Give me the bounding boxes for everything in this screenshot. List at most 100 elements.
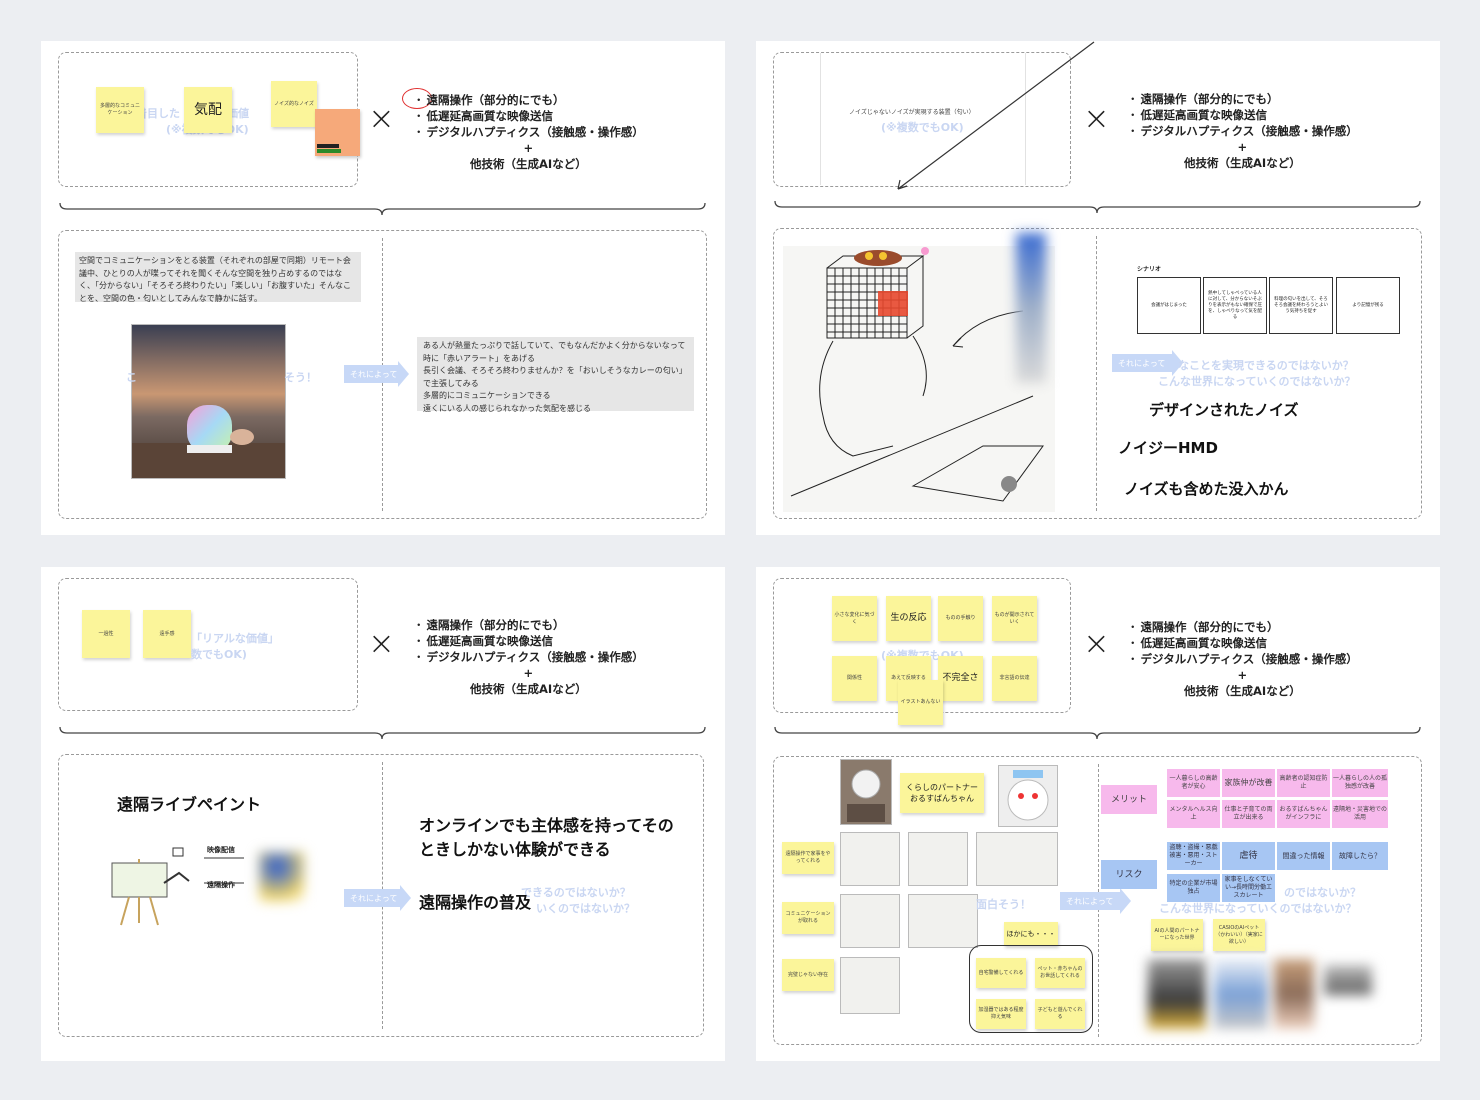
tech-other: 他技術（生成AIなど） xyxy=(470,682,587,696)
sticky-note[interactable]: CASIOのAIペット（かわいい）（実家に欲しい） xyxy=(1213,919,1265,951)
outcome-item: 多層的にコミュニケーションできる xyxy=(423,391,551,400)
arrow-sorenyotte: それによって xyxy=(344,885,411,911)
idea-note: ノイジーHMD xyxy=(1118,439,1218,457)
risk-item: 虐待 xyxy=(1222,842,1275,870)
other-note[interactable]: ほかにも・・・ xyxy=(1004,922,1058,946)
noisy-hmd-sketch xyxy=(783,246,1055,512)
tech-item: デジタルハプティクス（接触感・操作感） xyxy=(413,649,644,665)
scenario-cell: 熱中してしゃべっている人に対して、分からないそぶりを表示がもない確保で圧を、しゃ… xyxy=(1203,277,1267,334)
merit-item: 一人暮らしの人の孤独感が改善 xyxy=(1332,769,1388,797)
times-icon: × xyxy=(368,99,395,137)
outcome-item: 遠くにいる人の感じられなかった気配を感じる xyxy=(423,403,591,413)
orange-sticky[interactable] xyxy=(315,109,360,156)
tech-item: デジタルハプティクス（接触感・操作感） xyxy=(1127,651,1358,667)
outcome-item: 長引く会議、そろそろ終わりませんか？を「おいしそうなカレーの匂い」で主張してみる xyxy=(423,366,687,388)
sticky-note[interactable]: AIの人間のパートナーになった世界 xyxy=(1151,919,1203,951)
tech-list: 遠隔操作（部分的にでも） 低遅延高画質な映像送信 デジタルハプティクス（接触感・… xyxy=(413,92,644,172)
sketch-drawing xyxy=(790,247,1044,502)
sticky-note[interactable]: 遠手感 xyxy=(143,610,191,658)
bar-black xyxy=(317,144,339,148)
outcome-list: ある人が熱量たっぷりで話していて、でもなんだかよく分からないなって時に「赤いアラ… xyxy=(417,337,694,413)
tech-item: 低遅延高画質な映像送信 xyxy=(1127,107,1358,123)
sticky-note[interactable]: ペット・赤ちゃんのお世話してくれる xyxy=(1035,958,1085,988)
tech-item: デジタルハプティクス（接触感・操作感） xyxy=(1127,123,1358,139)
plus-sign: + xyxy=(523,666,534,680)
slide-noise: ノイズじゃないノイズが実現する装置（匂い） (※複数でもOK) × 遠隔操作（部… xyxy=(756,41,1440,535)
plus-sign: + xyxy=(1237,668,1248,682)
times-icon: × xyxy=(368,624,395,662)
sticky-note[interactable]: コミュニケーションが取れる xyxy=(782,902,834,934)
sticky-note[interactable]: 多層的なコミュニケーション xyxy=(96,87,144,133)
slide-kehai: 着目した な価値 (※複数でもOK) 多層的なコミュニケーション 気配 ノイズ的… xyxy=(41,41,725,535)
sticky-note[interactable]: 一過性 xyxy=(82,610,130,658)
result-statement: 遠隔操作の普及 xyxy=(419,893,532,912)
partner-note[interactable]: くらしのパートナー おるすばんちゃん xyxy=(900,773,984,813)
faint-text: 面白そう！ xyxy=(976,898,1031,911)
scenario-cell: 料理の匂いを出して、そろそろ会議を終わろうとよいう気持ちを促す xyxy=(1269,277,1333,334)
faint-question: こんな世界になっていくのではないか？ xyxy=(1159,902,1357,915)
outcome-item: ある人が熱量たっぷりで話していて、でもなんだかよく分からないなって時に「赤いアラ… xyxy=(423,341,686,363)
arrow-sorenyotte: それによって xyxy=(1112,350,1183,376)
sticky-note[interactable]: ものが開示されていく xyxy=(992,596,1037,641)
robot-image xyxy=(847,769,885,822)
faint-question: こんな世界になっていくのではないか？ xyxy=(1158,375,1356,388)
concept-description: 空間でコミュニケーションをとる装置（それぞれの部屋で同期）リモート会議中、ひとり… xyxy=(75,252,361,303)
sticky-note[interactable]: 遠隔操作で家事をやってくれる xyxy=(782,842,834,874)
idea-note: ノイズも含めた没入かん xyxy=(1124,480,1289,498)
faint-question: できるのではないか？ xyxy=(521,886,631,899)
slide-live-paint: 一過性 遠手感 「リアルな価値」 数でもOK) × 遠隔操作（部分的にでも） 低… xyxy=(41,567,725,1061)
merit-item: メンタルヘルス向上 xyxy=(1167,800,1220,828)
label-remote: 遠隔操作 xyxy=(207,881,235,889)
sticky-note-kehai[interactable]: 気配 xyxy=(184,87,232,133)
risk-item: 間違った情報 xyxy=(1277,842,1330,870)
faint-text: そう！ xyxy=(284,371,317,384)
plus-sign: + xyxy=(523,141,534,155)
scenario-cell: 会議がはじまった xyxy=(1137,277,1201,334)
sticky-note[interactable]: 非言語の伝達 xyxy=(992,656,1037,701)
brace-divider xyxy=(774,726,1421,740)
tech-list: 遠隔操作（部分的にでも） 低遅延高画質な映像送信 デジタルハプティクス（接触感・… xyxy=(413,617,644,697)
sticky-note[interactable]: 加湿器ではある程度抑え気味 xyxy=(976,999,1026,1029)
tech-item: 低遅延高画質な映像送信 xyxy=(1127,635,1358,651)
tech-item: 遠隔操作（部分的にでも） xyxy=(413,617,644,633)
blurred-photo xyxy=(1274,959,1314,1029)
scenario-cell: より記憶が残る xyxy=(1336,277,1400,334)
blurred-photo xyxy=(1214,959,1268,1029)
blurred-photo xyxy=(1148,959,1206,1029)
bar-green xyxy=(317,149,341,153)
arrow-sorenyotte: それによって xyxy=(344,361,409,387)
tech-item: 遠隔操作（部分的にでも） xyxy=(413,92,644,108)
brace-divider xyxy=(59,726,706,740)
divider xyxy=(1096,236,1097,511)
faint-text: こ xyxy=(126,371,137,384)
blurred-photo xyxy=(1324,965,1372,995)
sticky-note[interactable]: 不完全さ xyxy=(938,656,983,701)
diagonal-arrow xyxy=(897,41,1095,190)
tech-item: 遠隔操作（部分的にでも） xyxy=(1127,619,1358,635)
risk-item: 特定の企業が市場独占 xyxy=(1167,874,1220,902)
sticky-note[interactable]: ものの手触り xyxy=(938,596,983,641)
faint-question: いくのではないか？ xyxy=(536,902,635,915)
arrow-sorenyotte: それによって xyxy=(1060,888,1131,914)
scenario-title: シナリオ xyxy=(1137,266,1162,273)
robot-photo xyxy=(998,765,1058,827)
times-icon: × xyxy=(1083,99,1110,137)
sketch-photo xyxy=(976,832,1058,886)
sticky-note[interactable]: 自宅警備してくれる xyxy=(976,958,1026,988)
robot-image xyxy=(1007,770,1049,821)
brace-divider xyxy=(774,200,1421,214)
robot-photo xyxy=(840,759,892,825)
sticky-note[interactable]: 生の反応 xyxy=(886,596,931,641)
tech-item: デジタルハプティクス（接触感・操作感） xyxy=(413,124,644,140)
merit-item: 遠隔地・災害地での活用 xyxy=(1332,800,1388,828)
blurred-photo xyxy=(1016,233,1046,383)
sticky-note[interactable]: イラストあんない xyxy=(898,680,943,725)
faint-question: のではないか？ xyxy=(1284,886,1361,899)
sticky-note[interactable]: 小さな変化に気づく xyxy=(832,596,877,641)
sticky-note[interactable]: 子どもと遊んでくれる xyxy=(1035,999,1085,1029)
sticky-note[interactable]: 完璧じゃない存在 xyxy=(782,959,834,991)
merit-item: 家族仲が改善 xyxy=(1222,769,1275,797)
sticky-note[interactable]: ノイズ的なノイズ xyxy=(271,81,317,127)
sticky-note[interactable]: 関係性 xyxy=(832,656,877,701)
tech-item: 遠隔操作（部分的にでも） xyxy=(1127,91,1358,107)
